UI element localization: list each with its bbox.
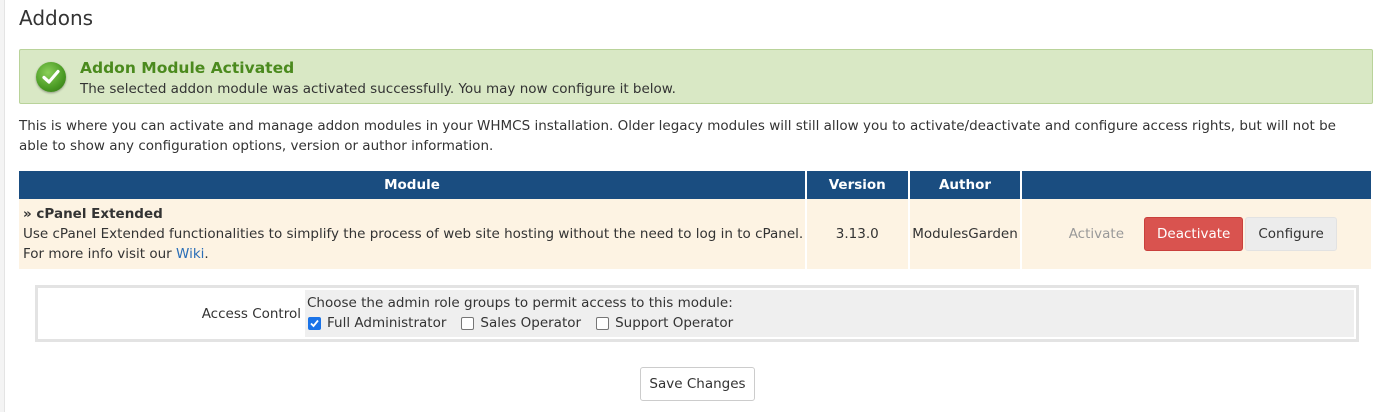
wiki-link[interactable]: Wiki: [176, 246, 204, 262]
column-header-author: Author: [909, 171, 1021, 199]
addon-modules-table: Module Version Author » cPanel Extended …: [17, 171, 1373, 269]
full-administrator-checkbox[interactable]: [308, 316, 321, 330]
module-author: ModulesGarden: [909, 199, 1021, 269]
configure-button[interactable]: Configure: [1245, 217, 1337, 251]
support-operator-label: Support Operator: [615, 315, 734, 331]
access-control-options: Choose the admin role groups to permit a…: [305, 290, 1354, 337]
actions-cell: Activate Deactivate Configure: [1022, 199, 1371, 269]
full-administrator-label: Full Administrator: [327, 315, 447, 331]
column-header-actions: [1022, 171, 1371, 199]
deactivate-button[interactable]: Deactivate: [1144, 217, 1244, 251]
activate-button[interactable]: Activate: [1057, 217, 1136, 251]
more-info-suffix: .: [204, 246, 209, 262]
role-checkbox-group: Full Administrator Sales Operator Suppor…: [307, 313, 1354, 333]
sales-operator-label: Sales Operator: [480, 315, 582, 331]
save-changes-button[interactable]: Save Changes: [640, 367, 755, 401]
role-sales-operator[interactable]: Sales Operator: [460, 315, 581, 331]
role-full-administrator[interactable]: Full Administrator: [307, 315, 446, 331]
sales-operator-checkbox[interactable]: [461, 316, 475, 330]
access-control-label: Access Control: [40, 290, 305, 337]
table-header-row: Module Version Author: [19, 171, 1371, 199]
role-support-operator[interactable]: Support Operator: [595, 315, 733, 331]
more-info-prefix: For more info visit our: [23, 246, 177, 262]
left-sidebar-edge: [0, 0, 5, 412]
success-alert: Addon Module Activated The selected addo…: [19, 49, 1373, 104]
check-circle-icon: [36, 62, 66, 92]
table-row: » cPanel Extended Use cPanel Extended fu…: [19, 199, 1371, 269]
alert-title: Addon Module Activated: [80, 59, 295, 77]
alert-message: The selected addon module was activated …: [80, 81, 676, 97]
module-cell: » cPanel Extended Use cPanel Extended fu…: [19, 199, 805, 269]
module-name: » cPanel Extended: [23, 206, 163, 222]
page-title: Addons: [19, 6, 94, 30]
module-more-info: For more info visit our Wiki.: [23, 244, 805, 264]
module-version: 3.13.0: [806, 199, 908, 269]
column-header-module: Module: [19, 171, 805, 199]
access-control-heading: Choose the admin role groups to permit a…: [307, 295, 733, 311]
column-header-version: Version: [806, 171, 908, 199]
module-description: Use cPanel Extended functionalities to s…: [23, 226, 804, 242]
support-operator-checkbox[interactable]: [596, 316, 610, 330]
intro-text: This is where you can activate and manag…: [19, 118, 1336, 154]
access-control-panel: Access Control Choose the admin role gro…: [35, 285, 1359, 342]
